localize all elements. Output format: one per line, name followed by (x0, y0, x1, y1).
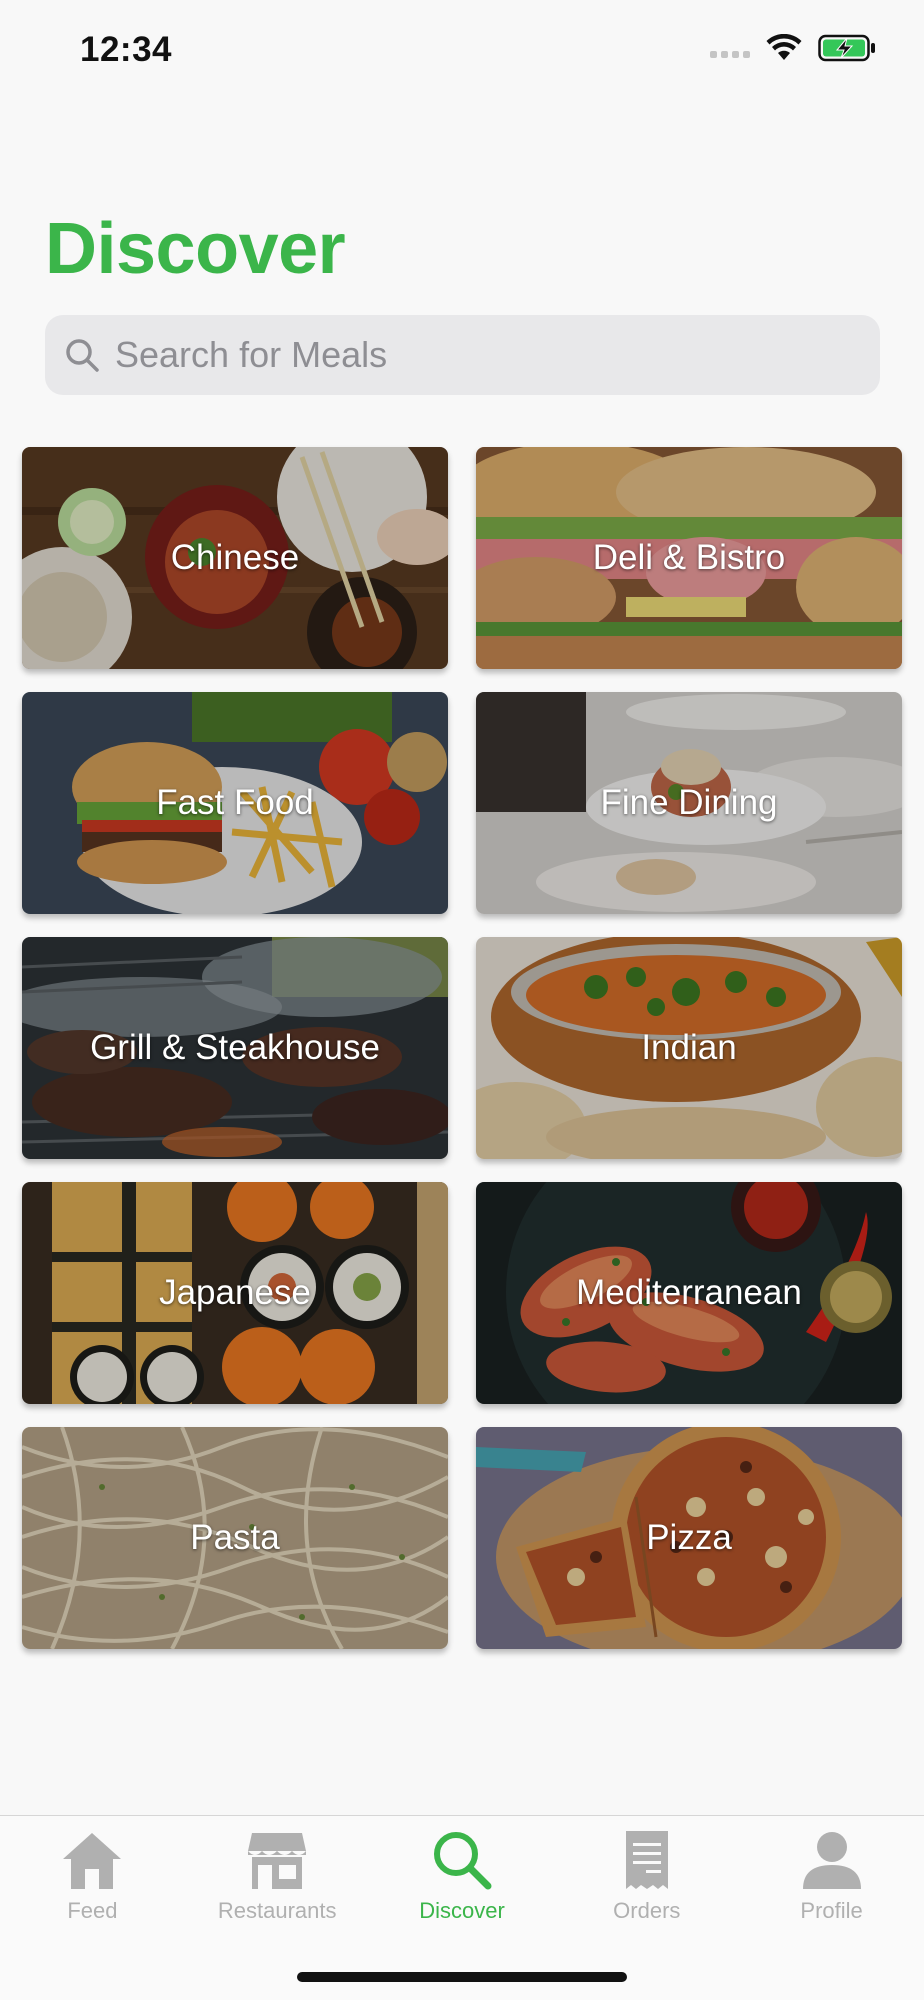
category-label: Deli & Bistro (592, 538, 786, 577)
tab-label: Feed (67, 1898, 118, 1923)
category-card-indian[interactable]: Indian (476, 937, 902, 1159)
tab-label: Restaurants (217, 1898, 337, 1923)
cellular-signal-icon (710, 38, 750, 58)
search-input[interactable] (115, 334, 815, 376)
category-label: Pasta (190, 1518, 280, 1557)
tab-label: Orders (613, 1898, 681, 1923)
search-icon (430, 1828, 494, 1892)
category-card-grill-steakhouse[interactable]: Grill & Steakhouse (22, 937, 448, 1159)
page-title: Discover (45, 209, 346, 289)
category-card-fine-dining[interactable]: Fine Dining (476, 692, 902, 914)
battery-charging-icon (818, 34, 875, 62)
category-card-mediterranean[interactable]: Mediterranean (476, 1182, 902, 1404)
status-time: 12:34 (80, 30, 173, 69)
tab-label: Profile (800, 1898, 863, 1923)
category-card-fast-food[interactable]: Fast Food (22, 692, 448, 914)
search-bar[interactable] (45, 315, 880, 395)
storefront-icon (245, 1828, 309, 1892)
tab-discover[interactable]: Discover (370, 1816, 555, 1926)
receipt-icon (615, 1828, 679, 1892)
status-icons (710, 34, 876, 62)
category-label: Mediterranean (576, 1273, 802, 1312)
wifi-icon (766, 34, 802, 60)
tab-feed[interactable]: Feed (0, 1816, 185, 1926)
category-card-deli-bistro[interactable]: Deli & Bistro (476, 447, 902, 669)
category-label: Fast Food (156, 783, 314, 822)
category-label: Chinese (170, 538, 300, 577)
person-icon (800, 1828, 864, 1892)
tab-profile[interactable]: Profile (739, 1816, 924, 1926)
category-label: Indian (641, 1028, 737, 1067)
search-icon (61, 334, 103, 376)
category-card-japanese[interactable]: Japanese (22, 1182, 448, 1404)
tab-restaurants[interactable]: Restaurants (185, 1816, 370, 1926)
home-icon (60, 1828, 124, 1892)
category-label: Japanese (159, 1273, 311, 1312)
category-label: Pizza (646, 1518, 732, 1557)
tab-orders[interactable]: Orders (554, 1816, 739, 1926)
category-grid: Chinese Deli & Bistro Fast Food Fine Din… (22, 447, 902, 1649)
category-card-chinese[interactable]: Chinese (22, 447, 448, 669)
category-card-pasta[interactable]: Pasta (22, 1427, 448, 1649)
category-card-pizza[interactable]: Pizza (476, 1427, 902, 1649)
status-bar: 12:34 (0, 0, 924, 100)
discover-screen: 12:34 Discover Search for Meals Chinese … (0, 0, 924, 2000)
tab-label: Discover (419, 1898, 505, 1923)
home-indicator (297, 1972, 627, 1982)
category-label: Fine Dining (600, 783, 778, 822)
category-label: Grill & Steakhouse (90, 1028, 380, 1067)
